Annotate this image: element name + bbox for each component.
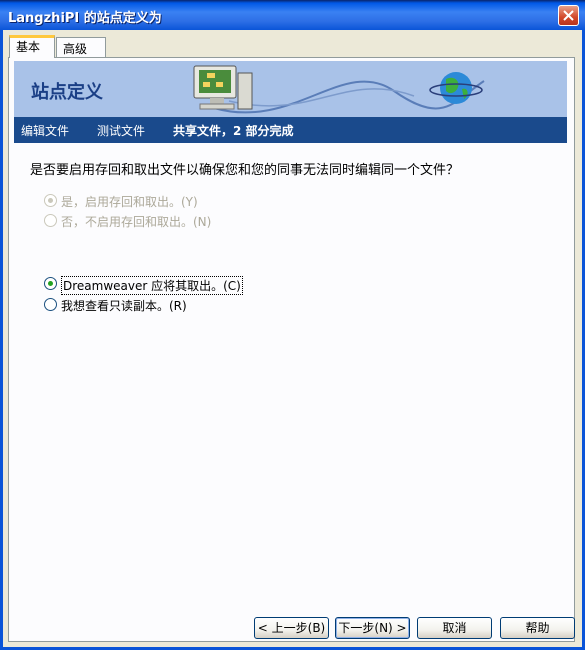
banner: 站点定义 [14,61,567,117]
title-bar[interactable]: LangzhiPI 的站点定义为 [0,0,585,30]
back-button[interactable]: < 上一步(B) [254,617,329,639]
step-edit-files: 编辑文件 [21,124,70,138]
tab-basic[interactable]: 基本 [9,35,55,58]
step-share-files: 共享文件，2 部分完成 [173,124,294,138]
radio-label: 是，启用存回和取出。(Y) [61,195,198,209]
tab-panel [8,57,575,642]
radio-label: 我想查看只读副本。(R) [61,299,187,313]
radio-label: 否，不启用存回和取出。(N) [61,215,212,229]
tab-advanced[interactable]: 高级 [56,37,106,57]
wizard-steps-bar: 编辑文件 测试文件 共享文件，2 部分完成 [14,117,567,143]
radio-button[interactable] [44,194,57,207]
radio-button[interactable] [44,277,57,290]
window-title: LangzhiPI 的站点定义为 [8,11,162,26]
close-button[interactable] [558,5,579,26]
banner-title: 站点定义 [31,82,103,103]
question-text: 是否要启用存回和取出文件以确保您和您的同事无法同时编辑同一个文件？ [30,163,460,178]
close-icon [563,10,574,21]
radio-button[interactable] [44,298,57,311]
radio-label: Dreamweaver 应将其取出。(C) [61,276,243,295]
help-button[interactable]: 帮助 [500,617,575,639]
next-button[interactable]: 下一步(N) > [335,617,410,639]
cancel-button[interactable]: 取消 [417,617,492,639]
radio-button[interactable] [44,214,57,227]
step-test-files: 测试文件 [97,124,146,138]
